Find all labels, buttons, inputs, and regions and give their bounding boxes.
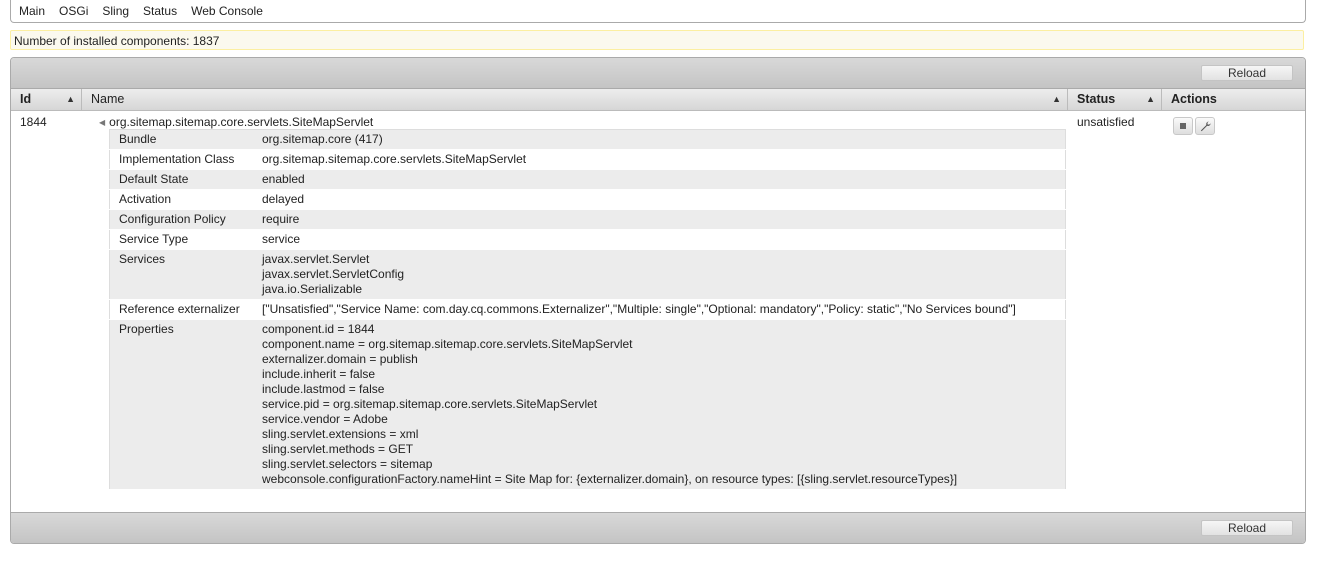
status-line: Number of installed components: 1837 [10,30,1304,50]
menu-osgi[interactable]: OSGi [51,1,94,21]
sort-ascending-icon: ▲ [1052,94,1061,104]
top-toolbar: Reload [11,58,1305,89]
menu-web-console[interactable]: Web Console [183,1,269,21]
column-header-status-label: Status [1077,92,1116,106]
detail-value-line: component.id = 1844 [262,322,375,336]
reload-button-bottom[interactable]: Reload [1201,520,1293,536]
collapse-triangle-icon[interactable]: ◀ [99,118,105,127]
component-name-toggle[interactable]: ◀ org.sitemap.sitemap.core.servlets.SiteM… [99,115,373,129]
detail-value: require [253,209,1066,230]
sort-both-icon: ▲ [1146,94,1155,104]
detail-value-line: org.sitemap.sitemap.core.servlets.SiteMa… [262,152,527,166]
detail-value-line: sling.servlet.methods = GET [262,442,414,456]
detail-value-line: externalizer.domain = publish [262,352,418,366]
column-header-actions: Actions [1162,89,1300,110]
detail-value-line: javax.servlet.Servlet [262,252,370,266]
row-actions [1173,117,1215,135]
stop-icon [1180,123,1186,129]
detail-value: delayed [253,189,1066,210]
detail-value-line: ["Unsatisfied","Service Name: com.day.cq… [262,302,1016,316]
component-details-table: Bundle org.sitemap.core (417) Implementati… [109,129,1066,490]
reload-button-top[interactable]: Reload [1201,65,1293,81]
column-header-id[interactable]: Id ▲ [11,89,82,110]
detail-value-line: java.io.Serializable [262,282,363,296]
menu-main[interactable]: Main [11,1,51,21]
detail-row: Bundle org.sitemap.core (417) [109,129,1066,150]
detail-value-line: service.vendor = Adobe [262,412,388,426]
detail-value-line: enabled [262,172,305,186]
top-menu-bar: Main OSGi Sling Status Web Console [10,0,1306,23]
detail-value-line: include.lastmod = false [262,382,385,396]
detail-value-line: service [262,232,301,246]
detail-row: Activation delayed [109,189,1066,210]
column-header-id-label: Id [20,92,32,106]
column-header-name[interactable]: Name ▲ [82,89,1068,110]
detail-value-line: delayed [262,192,305,206]
detail-value: service [253,229,1066,250]
detail-value: ["Unsatisfied","Service Name: com.day.cq… [253,299,1066,320]
table-header: Id ▲ Name ▲ Status ▲ Actions [11,89,1305,111]
detail-value-line: sling.servlet.selectors = sitemap [262,457,433,471]
detail-value: org.sitemap.core (417) [253,129,1066,150]
detail-row: Properties component.id = 1844 component.n… [109,319,1066,490]
detail-value-line: include.inherit = false [262,367,376,381]
detail-value: enabled [253,169,1066,190]
configure-button[interactable] [1195,117,1215,135]
table-row: 1844 ◀ org.sitemap.sitemap.core.servlets.… [11,111,1305,515]
detail-key: Configuration Policy [109,209,253,230]
detail-value: javax.servlet.Servlet javax.servlet.Servl… [253,249,1066,300]
detail-key: Activation [109,189,253,210]
detail-key: Reference externalizer [109,299,253,320]
detail-key: Default State [109,169,253,190]
detail-value: org.sitemap.sitemap.core.servlets.SiteMa… [253,149,1066,170]
menu-sling[interactable]: Sling [94,1,135,21]
detail-key: Service Type [109,229,253,250]
components-panel: Reload Id ▲ Name ▲ Status ▲ Actions 1844… [10,57,1306,544]
detail-key: Services [109,249,253,300]
column-header-name-label: Name [91,92,125,106]
detail-row: Implementation Class org.sitemap.sitemap.… [109,149,1066,170]
bottom-toolbar: Reload [11,512,1305,543]
detail-value-line: service.pid = org.sitemap.sitemap.core.s… [262,397,598,411]
component-status: unsatisfied [1077,115,1135,129]
detail-row: Service Type service [109,229,1066,250]
component-id: 1844 [20,115,47,129]
detail-key: Implementation Class [109,149,253,170]
detail-row: Default State enabled [109,169,1066,190]
detail-key: Properties [109,319,253,490]
detail-value-line: javax.servlet.ServletConfig [262,267,405,281]
detail-row: Configuration Policy require [109,209,1066,230]
column-header-actions-label: Actions [1171,92,1217,106]
detail-row: Services javax.servlet.Servlet javax.servl… [109,249,1066,300]
detail-value-line: org.sitemap.core (417) [262,132,383,146]
sort-both-icon: ▲ [66,94,75,104]
detail-value-line: sling.servlet.extensions = xml [262,427,419,441]
detail-key: Bundle [109,129,253,150]
detail-value-line: component.name = org.sitemap.sitemap.cor… [262,337,633,351]
component-name: org.sitemap.sitemap.core.servlets.SiteMa… [109,115,374,129]
detail-value-line: webconsole.configurationFactory.nameHint… [262,472,958,486]
detail-value: component.id = 1844 component.name = org.… [253,319,1066,490]
detail-value-line: require [262,212,300,226]
detail-row: Reference externalizer ["Unsatisfied","Se… [109,299,1066,320]
stop-button[interactable] [1173,117,1193,135]
wrench-icon [1200,120,1211,131]
menu-status[interactable]: Status [135,1,183,21]
column-header-status[interactable]: Status ▲ [1068,89,1162,110]
